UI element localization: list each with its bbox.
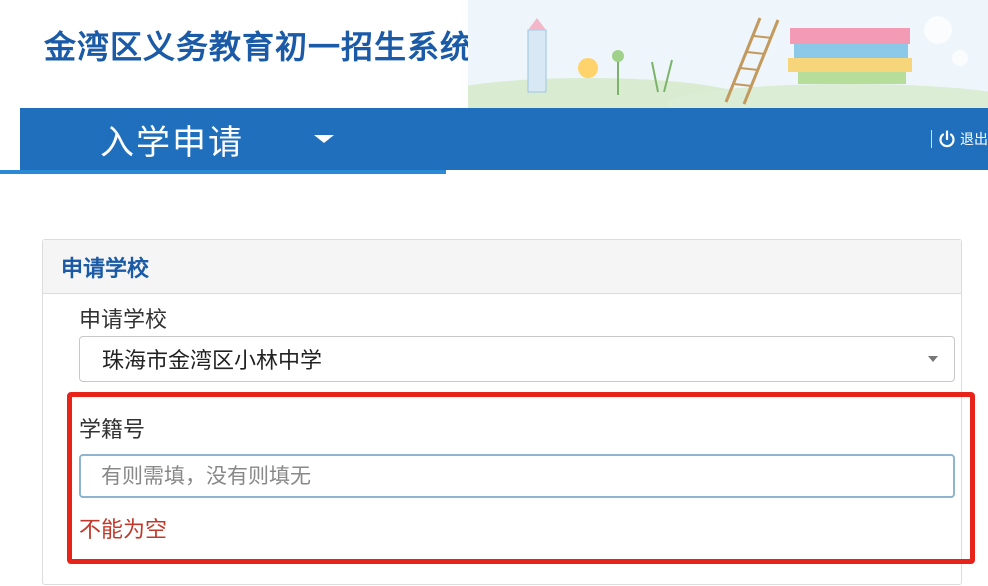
nav-divider	[931, 130, 932, 148]
nav-dropdown-label: 入学申请	[100, 122, 244, 163]
school-label: 申请学校	[79, 308, 168, 333]
caret-down-icon	[314, 135, 334, 143]
banner-illustration	[468, 0, 988, 108]
apply-school-panel: 申请学校 申请学校 珠海市金湾区小林中学 学籍号 不能为空	[42, 239, 975, 585]
logout-label: 退出	[960, 132, 988, 148]
school-select-value: 珠海市金湾区小林中学	[102, 349, 323, 374]
nav-dropdown-apply[interactable]: 入学申请	[20, 108, 446, 170]
chevron-down-icon	[928, 356, 938, 362]
page: 金湾区义务教育初一招生系统 入学申请 退出 申请学校 申请学校 珠海市金湾区小林…	[0, 0, 988, 586]
school-select[interactable]: 珠海市金湾区小林中学	[79, 336, 955, 382]
panel-title: 申请学校	[61, 256, 150, 282]
logout-button[interactable]: 退出	[931, 126, 988, 152]
page-gutter	[0, 0, 20, 586]
system-title: 金湾区义务教育初一招生系统	[44, 28, 474, 66]
power-icon	[939, 130, 955, 148]
top-navbar: 入学申请 退出	[20, 108, 988, 170]
active-nav-underline	[0, 170, 446, 174]
header-banner: 金湾区义务教育初一招生系统	[20, 0, 988, 108]
validation-error: 不能为空	[79, 518, 168, 543]
student-id-label: 学籍号	[79, 418, 146, 443]
panel-heading: 申请学校	[43, 240, 961, 294]
student-id-input[interactable]	[79, 454, 955, 498]
